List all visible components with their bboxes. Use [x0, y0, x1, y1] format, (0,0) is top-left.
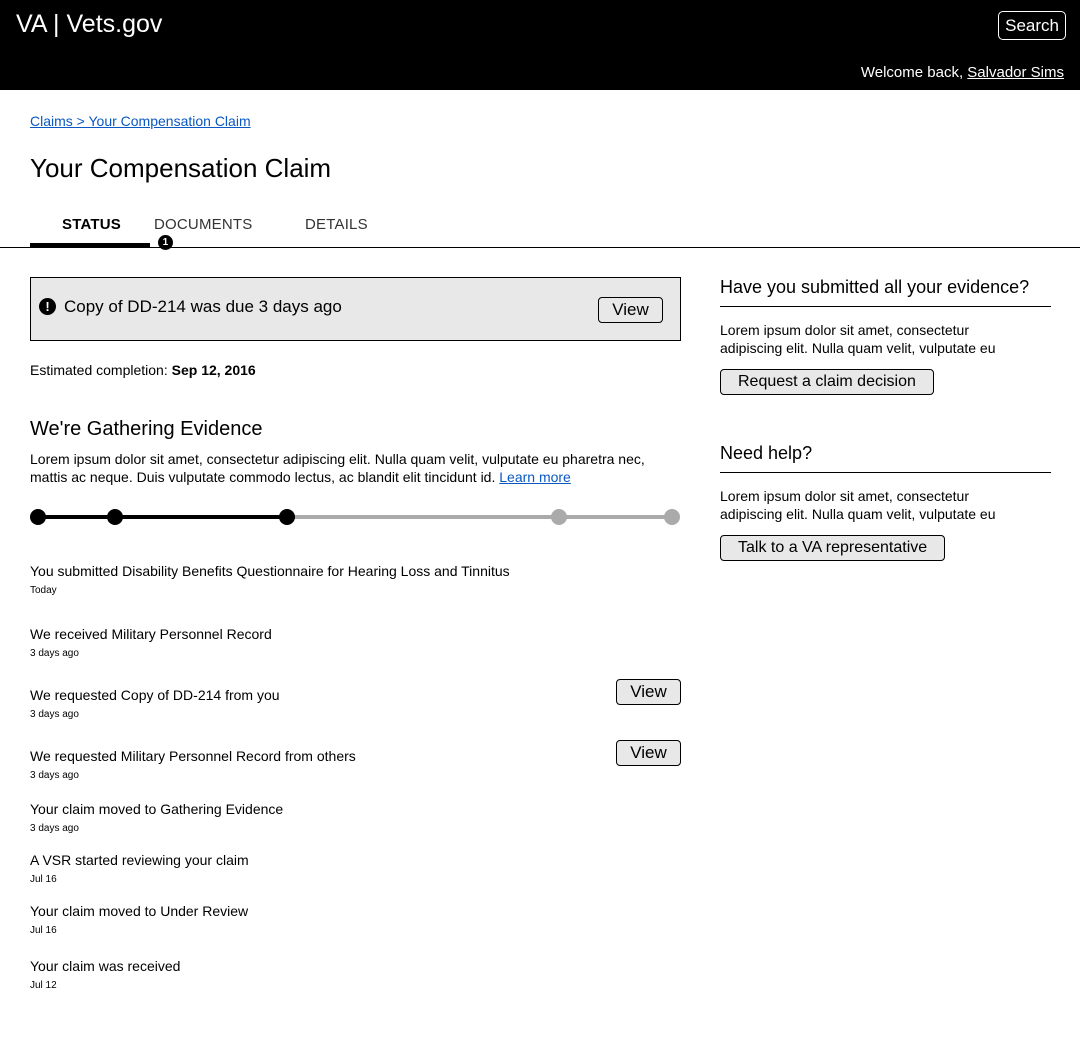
progress-step-4	[551, 509, 567, 525]
timeline-item: You submitted Disability Benefits Questi…	[30, 563, 681, 596]
site-logo[interactable]: VA | Vets.gov	[16, 10, 172, 39]
timeline-item-date: Jul 12	[30, 980, 57, 991]
timeline-item-title: We requested Copy of DD-214 from you	[30, 687, 280, 703]
estimate-date: Sep 12, 2016	[171, 362, 256, 378]
search-button[interactable]: Search	[998, 11, 1066, 40]
help-text: Lorem ipsum dolor sit amet, consectetur …	[720, 488, 996, 522]
timeline-item-date: 3 days ago	[30, 648, 79, 659]
welcome-prefix: Welcome back,	[860, 64, 968, 81]
progress-step-2	[107, 509, 123, 525]
user-name-link[interactable]: Salvador Sims	[967, 64, 1064, 81]
timeline-item-title: Your claim moved to Gathering Evidence	[30, 801, 284, 817]
breadcrumb[interactable]: Claims > Your Compensation Claim	[30, 113, 251, 129]
timeline-item: Your claim moved to Gathering Evidence 3…	[30, 801, 681, 834]
timeline-item-date: Jul 16	[30, 925, 57, 936]
timeline-item-date: Jul 16	[30, 874, 57, 885]
learn-more-link[interactable]: Learn more	[499, 469, 571, 485]
view-personnel-record-request-button[interactable]: View	[616, 740, 681, 766]
overdue-alert: ! Copy of DD-214 was due 3 days ago View	[30, 277, 681, 341]
tab-details[interactable]: DETAILS	[305, 206, 368, 248]
tab-label: STATUS	[62, 216, 121, 233]
timeline-item: We requested Copy of DD-214 from you 3 d…	[30, 679, 681, 720]
progress-line-complete	[38, 515, 287, 519]
claim-progress-bar	[30, 505, 682, 529]
timeline-item-title: We received Military Personnel Record	[30, 626, 272, 642]
tab-documents[interactable]: DOCUMENTS1	[154, 206, 253, 250]
view-dd214-request-button[interactable]: View	[616, 679, 681, 705]
request-claim-decision-button[interactable]: Request a claim decision	[720, 369, 934, 395]
timeline-item-date: Today	[30, 585, 57, 596]
timeline-item: Your claim was received Jul 12	[30, 958, 681, 991]
help-panel: Need help? Lorem ipsum dolor sit amet, c…	[720, 443, 1051, 561]
timeline-item-title: A VSR started reviewing your claim	[30, 852, 249, 868]
estimate-label: Estimated completion:	[30, 362, 172, 378]
timeline-item-title: Your claim moved to Under Review	[30, 903, 249, 919]
timeline-item-title: You submitted Disability Benefits Questi…	[30, 563, 510, 579]
tabs-divider	[0, 247, 1080, 248]
alert-message: Copy of DD-214 was due 3 days ago	[64, 297, 342, 316]
tab-label: DOCUMENTS	[154, 216, 253, 233]
evidence-text: Lorem ipsum dolor sit amet, consectetur …	[720, 322, 996, 356]
tab-status[interactable]: STATUS	[62, 206, 121, 248]
evidence-heading: Have you submitted all your evidence?	[720, 277, 1051, 307]
progress-step-5	[664, 509, 680, 525]
timeline-item: Your claim moved to Under Review Jul 16	[30, 903, 681, 936]
tab-label: DETAILS	[305, 216, 368, 233]
page-title: Your Compensation Claim	[30, 153, 332, 183]
timeline-item-date: 3 days ago	[30, 823, 79, 834]
help-heading: Need help?	[720, 443, 1051, 473]
top-header: VA | Vets.gov Search Welcome back, Salva…	[0, 0, 1080, 90]
timeline-item-title: We requested Military Personnel Record f…	[30, 748, 356, 764]
evidence-panel: Have you submitted all your evidence? Lo…	[720, 277, 1051, 395]
phase-description: Lorem ipsum dolor sit amet, consectetur …	[30, 450, 670, 486]
phase-heading: We're Gathering Evidence	[30, 418, 263, 440]
timeline-item-date: 3 days ago	[30, 770, 79, 781]
estimated-completion: Estimated completion: Sep 12, 2016	[30, 362, 256, 378]
talk-to-representative-button[interactable]: Talk to a VA representative	[720, 535, 946, 561]
timeline-item-date: 3 days ago	[30, 709, 79, 720]
alert-view-button[interactable]: View	[598, 297, 663, 323]
progress-step-3	[279, 509, 295, 525]
progress-step-1	[30, 509, 46, 525]
timeline-item: A VSR started reviewing your claim Jul 1…	[30, 852, 681, 885]
welcome-message: Welcome back, Salvador Sims	[861, 64, 1064, 81]
timeline-item: We received Military Personnel Record 3 …	[30, 626, 681, 659]
timeline-item: We requested Military Personnel Record f…	[30, 740, 681, 781]
timeline-item-title: Your claim was received	[30, 958, 181, 974]
progress-line-incomplete	[287, 515, 672, 519]
exclamation-icon: !	[39, 298, 56, 315]
